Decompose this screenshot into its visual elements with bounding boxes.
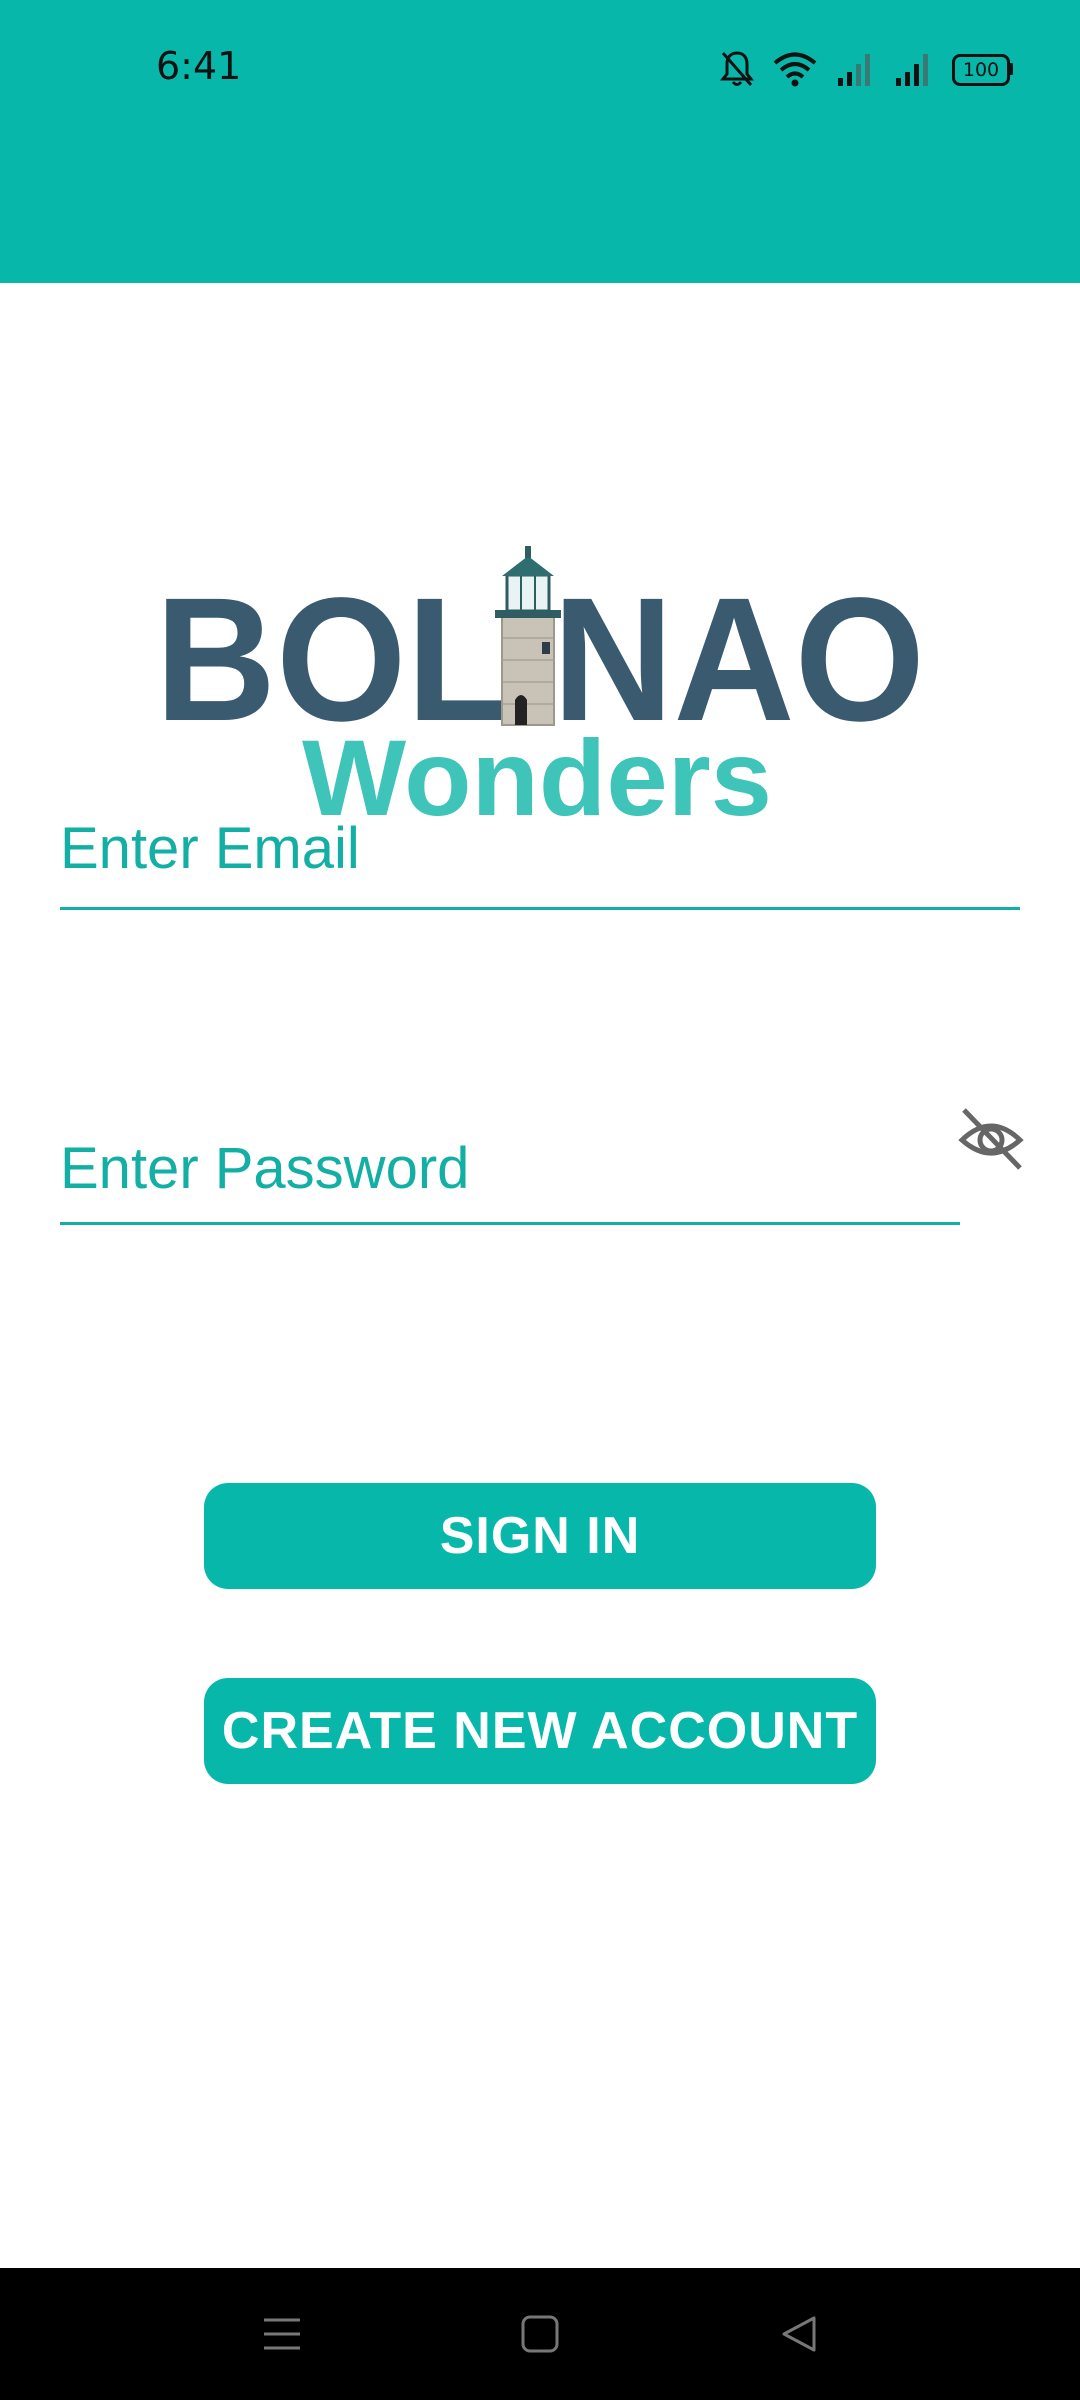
password-visibility-toggle[interactable]: [956, 1104, 1026, 1174]
nav-menu-button[interactable]: [222, 2268, 342, 2400]
nav-home-button[interactable]: [480, 2268, 600, 2400]
battery-level: 100: [962, 59, 1000, 81]
status-bar: 6:41 100: [0, 0, 1080, 283]
sign-in-button[interactable]: SIGN IN: [204, 1483, 876, 1589]
home-square-icon: [521, 2315, 559, 2353]
email-placeholder: Enter Email: [60, 816, 360, 881]
password-placeholder: Enter Password: [60, 1136, 470, 1201]
navigation-bar: [0, 2268, 1080, 2400]
status-icons: 100: [720, 46, 1013, 92]
password-underline: [60, 1222, 960, 1225]
battery-icon: 100: [952, 54, 1013, 86]
status-time: 6:41: [156, 44, 242, 88]
signal-icon: [838, 54, 870, 86]
email-underline: [60, 907, 1020, 910]
wifi-icon: [773, 52, 817, 87]
eye-off-icon: [958, 1108, 1024, 1170]
signal-icon: [896, 54, 928, 86]
back-triangle-icon: [782, 2316, 816, 2352]
create-account-button[interactable]: CREATE NEW ACCOUNT: [204, 1678, 876, 1784]
email-field[interactable]: Enter Email: [60, 810, 1020, 915]
logo-text-wonders: Wonders: [302, 717, 772, 820]
bell-off-icon: [720, 51, 754, 86]
app-logo: BOL NAO Wonders: [150, 530, 930, 838]
nav-back-button[interactable]: [738, 2268, 858, 2400]
menu-icon: [264, 2318, 300, 2350]
password-field[interactable]: Enter Password: [60, 1125, 960, 1230]
